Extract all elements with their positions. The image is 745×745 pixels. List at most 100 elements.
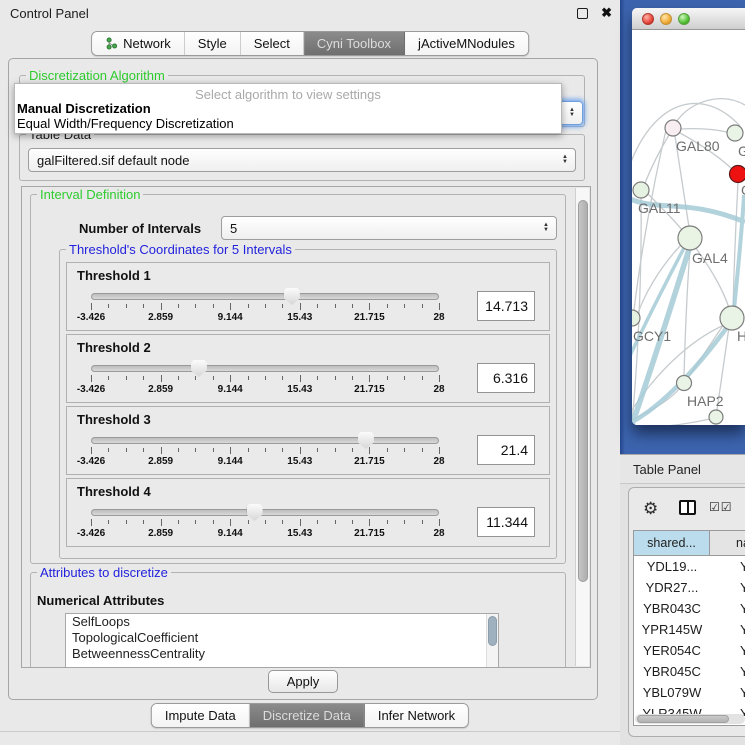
table-row[interactable]: YBR043CYBR0: [634, 598, 745, 619]
minimize-traffic-light-icon[interactable]: [660, 13, 672, 25]
network-node-gal80[interactable]: [665, 120, 681, 136]
close-traffic-light-icon[interactable]: [642, 13, 654, 25]
network-node[interactable]: [709, 410, 723, 424]
network-node-label: GAL80: [676, 138, 720, 154]
tick-mark: [265, 376, 266, 380]
threshold-value-field[interactable]: [477, 507, 535, 537]
tab-style[interactable]: Style: [185, 32, 241, 55]
tick-mark: [178, 376, 179, 380]
attribute-list-scrollbar-thumb[interactable]: [488, 616, 497, 646]
tab-infer-network[interactable]: Infer Network: [365, 704, 468, 727]
gear-icon[interactable]: ⚙: [643, 499, 658, 519]
column-header-name[interactable]: na: [736, 531, 745, 556]
network-node-c[interactable]: [730, 166, 745, 183]
settings-scrollbar-thumb[interactable]: [578, 200, 588, 582]
attribute-item-selfloops[interactable]: SelfLoops: [66, 614, 498, 630]
settings-scroll-pane: Interval Definition Number of Intervals …: [21, 186, 591, 668]
tick-mark: [230, 519, 231, 526]
tick-mark: [369, 303, 370, 310]
slider-tick-labels: -3.4262.8599.14415.4321.71528: [91, 312, 439, 324]
tick-mark: [248, 520, 249, 524]
network-node-label: H: [737, 328, 745, 344]
numerical-attributes-heading: Numerical Attributes: [37, 593, 164, 608]
tick-mark: [91, 303, 92, 310]
tick-mark: [387, 376, 388, 380]
network-node-h[interactable]: [720, 306, 744, 330]
slider-track[interactable]: [91, 509, 439, 516]
cell-name: YPR1: [710, 619, 745, 640]
attribute-item-topologicalcoefficient[interactable]: TopologicalCoefficient: [66, 630, 498, 646]
tick-mark: [195, 304, 196, 308]
threshold-label: Threshold 2: [77, 340, 151, 355]
numerical-attributes-list[interactable]: SelfLoopsTopologicalCoefficientBetweenne…: [65, 613, 499, 668]
network-node-ga[interactable]: [727, 125, 743, 141]
number-of-intervals-select[interactable]: 5 ▲ ▼: [221, 216, 557, 240]
tick-mark: [178, 448, 179, 452]
attribute-list-scrollbar[interactable]: [486, 614, 498, 668]
slider-track[interactable]: [91, 293, 439, 300]
network-node-gal4[interactable]: [678, 226, 702, 250]
tick-mark: [387, 520, 388, 524]
tab-label: Network: [123, 36, 171, 51]
network-canvas[interactable]: GAL80GACGAL11GAL4GCY1HHAP2: [632, 30, 745, 425]
tick-mark: [317, 520, 318, 524]
column-layout-icon[interactable]: [679, 500, 696, 515]
tick-label: 2.859: [148, 528, 173, 539]
tick-mark: [439, 447, 440, 454]
tab-impute-data[interactable]: Impute Data: [152, 704, 250, 727]
column-header-shared-name[interactable]: shared...: [634, 531, 710, 555]
tick-mark: [352, 304, 353, 308]
threshold-value-field[interactable]: [477, 435, 535, 465]
slider-ticks: [91, 519, 439, 527]
tab-discretize-data[interactable]: Discretize Data: [250, 704, 365, 727]
table-row[interactable]: YER054CYER0: [634, 640, 745, 661]
tick-mark: [317, 376, 318, 380]
table-row[interactable]: YBR045CYBR0: [634, 661, 745, 682]
top-tab-strip: Network Style SelectCyni ToolboxjActiveMNo…: [91, 31, 529, 56]
tick-label: 15.43: [287, 528, 312, 539]
algorithm-option-equal-width[interactable]: Equal Width/Frequency Discretization: [15, 116, 561, 131]
cell-shared-name: YBR043C: [634, 598, 710, 619]
table-hscrollbar-thumb[interactable]: [637, 715, 729, 723]
tab-network[interactable]: Network: [92, 32, 185, 55]
slider-track[interactable]: [91, 365, 439, 372]
network-node-hap2[interactable]: [677, 376, 692, 391]
threshold-value-field[interactable]: [477, 363, 535, 393]
apply-button[interactable]: Apply: [268, 670, 338, 693]
table-row[interactable]: YPR145WYPR1: [634, 619, 745, 640]
slider-tick-labels: -3.4262.8599.14415.4321.71528: [91, 528, 439, 540]
cell-shared-name: YBR045C: [634, 661, 710, 682]
network-node-gal11[interactable]: [633, 182, 649, 198]
tick-mark: [213, 376, 214, 380]
network-node-label: GCY1: [633, 328, 671, 344]
settings-vertical-scrollbar[interactable]: [575, 188, 589, 666]
threshold-value-field[interactable]: [477, 291, 535, 321]
tick-label: 21.715: [354, 384, 385, 395]
threshold-card-3: Threshold 3-3.4262.8599.14415.4321.71528: [66, 406, 550, 475]
tick-mark: [161, 303, 162, 310]
close-icon[interactable]: ✖: [601, 5, 612, 21]
float-window-icon[interactable]: [577, 8, 588, 19]
table-horizontal-scrollbar[interactable]: [635, 714, 745, 724]
threshold-slider: -3.4262.8599.14415.4321.71528: [67, 430, 549, 474]
table-row[interactable]: YDL19...YDL1: [634, 556, 745, 577]
tab-jactivemnodules[interactable]: jActiveMNodules: [405, 32, 528, 55]
right-panel: GAL80GACGAL11GAL4GCY1HHAP2 Table Panel ⚙…: [620, 0, 745, 745]
slider-track[interactable]: [91, 437, 439, 444]
tick-mark: [91, 519, 92, 526]
zoom-traffic-light-icon[interactable]: [678, 13, 690, 25]
tab-label: Style: [198, 36, 227, 51]
attribute-item-betweennesscentrality[interactable]: BetweennessCentrality: [66, 646, 498, 662]
network-graph: GAL80GACGAL11GAL4GCY1HHAP2: [632, 30, 745, 425]
slider-ticks: [91, 303, 439, 311]
table-data-select[interactable]: galFiltered.sif default node ▲ ▼: [28, 148, 576, 172]
algorithm-option-manual[interactable]: Manual Discretization: [15, 101, 561, 116]
tab-cyni-toolbox[interactable]: Cyni Toolbox: [304, 32, 405, 55]
tick-mark: [369, 375, 370, 382]
tick-mark: [439, 375, 440, 382]
checkbox-icons[interactable]: ☑☑: [709, 500, 733, 514]
table-row[interactable]: YBL079WYBL0: [634, 682, 745, 703]
table-row[interactable]: YDR27...YDR2: [634, 577, 745, 598]
tab-select[interactable]: Select: [241, 32, 304, 55]
algorithm-dropdown-popup: Select algorithm to view settings Manual…: [14, 83, 562, 134]
